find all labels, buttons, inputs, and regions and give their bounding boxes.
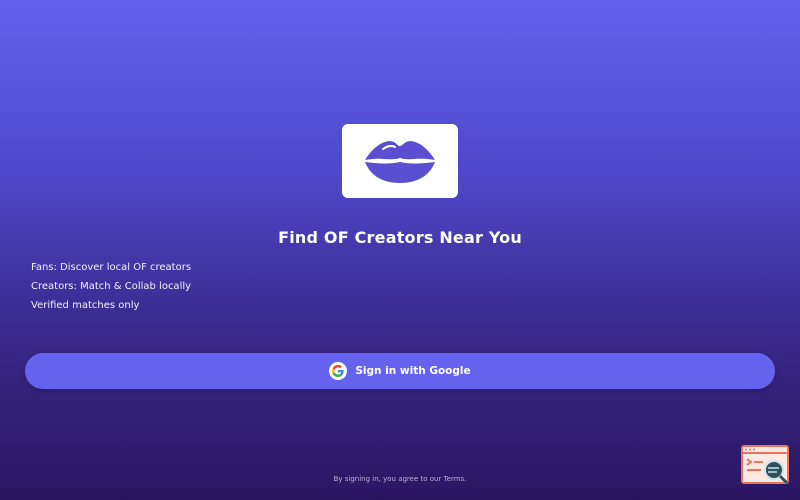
logo-card xyxy=(342,124,458,198)
google-signin-button[interactable]: Sign in with Google xyxy=(25,353,775,389)
google-signin-label: Sign in with Google xyxy=(355,365,471,377)
feature-item-fans: Fans: Discover local OF creators xyxy=(31,262,192,273)
feature-item-verified: Verified matches only xyxy=(31,300,140,311)
terms-text: By signing in, you agree to our Terms. xyxy=(333,475,467,483)
lips-icon xyxy=(365,141,435,183)
corner-widget[interactable] xyxy=(741,445,789,485)
page-title: Find OF Creators Near You xyxy=(278,228,522,247)
feature-item-creators: Creators: Match & Collab locally xyxy=(31,281,192,292)
browser-search-icon xyxy=(741,445,789,484)
google-icon xyxy=(329,362,348,380)
feature-list: Fans: Discover local OF creators Creator… xyxy=(31,258,191,315)
